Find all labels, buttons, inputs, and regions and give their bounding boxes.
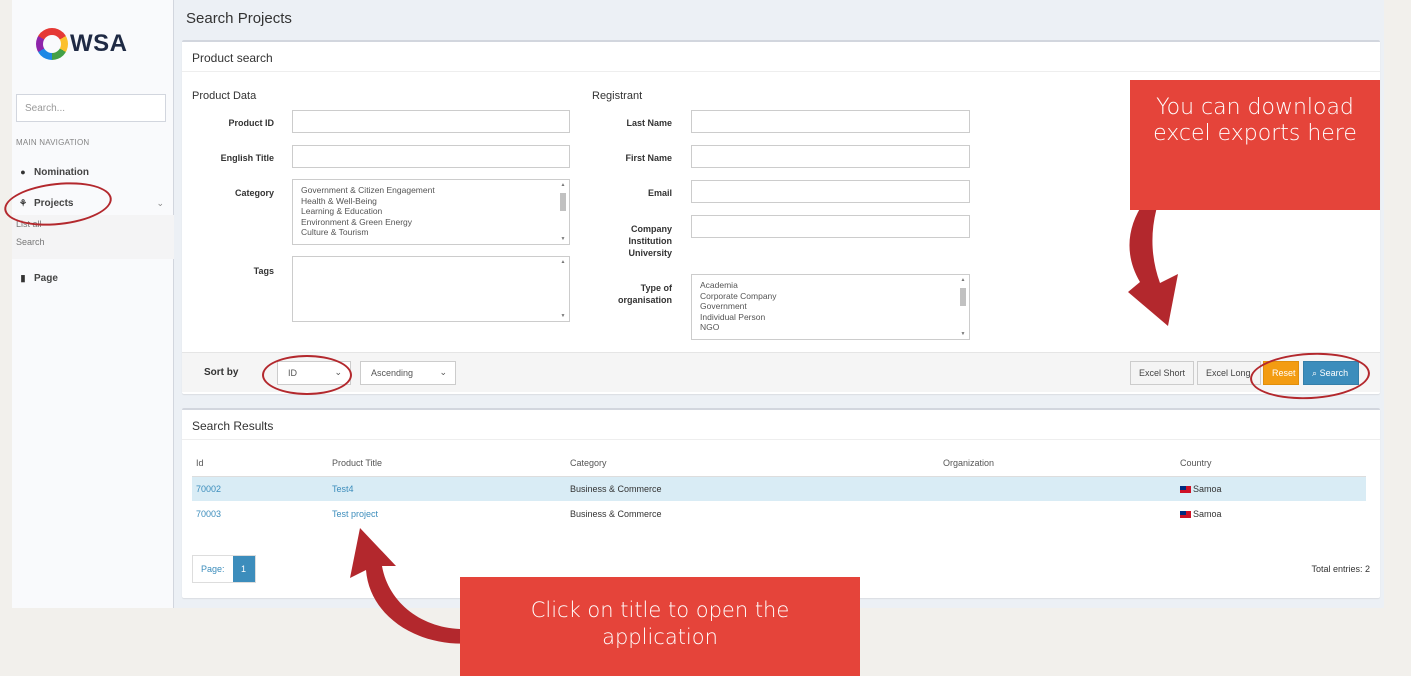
email-label: Email: [647, 188, 672, 198]
logo-text: WSA: [70, 30, 128, 57]
table-row[interactable]: 70003 Test project Business & Commerce S…: [192, 501, 1366, 526]
column-header[interactable]: Id: [192, 450, 328, 477]
sort-order-select[interactable]: Ascending ⌄: [360, 361, 456, 385]
search-button[interactable]: ⌕ Search: [1303, 361, 1359, 385]
globe-logo-icon: [36, 28, 68, 60]
company-input[interactable]: [691, 215, 970, 238]
pagination: Page: 1: [192, 555, 256, 583]
search-icon: ⌕: [1312, 368, 1318, 378]
box-title: Product search: [182, 42, 1380, 72]
chevron-down-icon: ⌄: [334, 367, 342, 377]
registrant-title: Registrant: [592, 90, 643, 102]
file-icon: ▮: [20, 272, 26, 283]
email-input[interactable]: [691, 180, 970, 203]
projects-submenu: List all Search: [12, 215, 174, 259]
row-organization: [939, 476, 1176, 501]
column-header[interactable]: Product Title: [328, 450, 566, 477]
sidebar-item-nomination[interactable]: ● Nomination: [16, 161, 170, 183]
sort-field-select[interactable]: ID ⌄: [277, 361, 351, 385]
category-option[interactable]: Environment & Green Energy: [301, 217, 561, 228]
sort-toolbar: Sort by ID ⌄ Ascending ⌄ Excel Short Exc…: [182, 352, 1380, 392]
row-country: Samoa: [1176, 476, 1366, 501]
open-application-callout: Click on title to open the application: [460, 577, 860, 676]
sidebar-search-input[interactable]: Search...: [16, 94, 166, 122]
category-label: Category: [234, 188, 274, 198]
page-title: Search Projects: [186, 10, 292, 27]
search-button-label: Search: [1319, 368, 1349, 378]
nav-header: MAIN NAVIGATION: [16, 138, 90, 147]
excel-long-button[interactable]: Excel Long: [1197, 361, 1261, 385]
org-type-option[interactable]: Individual Person: [700, 312, 961, 323]
sidebar-subitem-list-all[interactable]: List all: [12, 215, 174, 233]
sitemap-icon: ⚘: [18, 197, 28, 208]
category-listbox[interactable]: Government & Citizen Engagement Health &…: [292, 179, 570, 245]
reset-button[interactable]: Reset: [1263, 361, 1299, 385]
column-header[interactable]: Category: [566, 450, 939, 477]
sidebar-item-page[interactable]: ▮ Page: [16, 267, 170, 289]
page-button[interactable]: 1: [232, 556, 255, 582]
first-name-label: First Name: [625, 153, 672, 163]
last-name-label: Last Name: [626, 118, 672, 128]
wsa-logo[interactable]: WSA: [36, 26, 128, 62]
product-data-title: Product Data: [192, 90, 257, 102]
excel-export-callout: You can download excel exports here: [1130, 80, 1380, 210]
product-id-label: Product ID: [228, 118, 274, 128]
sort-field-value: ID: [288, 368, 297, 378]
country-name: Samoa: [1193, 483, 1222, 494]
listbox-scrollbar[interactable]: ▲ ▼: [959, 277, 967, 337]
table-header-row: Id Product Title Category Organization C…: [192, 450, 1366, 477]
chevron-down-icon: ⌄: [439, 367, 447, 377]
first-name-input[interactable]: [691, 145, 970, 168]
english-title-input[interactable]: [292, 145, 570, 168]
circle-icon: ●: [20, 167, 26, 177]
search-results-box: Search Results Id Product Title Category…: [182, 408, 1380, 598]
sidebar-item-label: Page: [34, 272, 58, 284]
box-title: Search Results: [182, 410, 1380, 440]
row-id-link[interactable]: 70003: [192, 501, 328, 526]
category-option[interactable]: Health & Well-Being: [301, 196, 561, 207]
listbox-scrollbar[interactable]: ▲ ▼: [559, 182, 567, 242]
sidebar-item-label: Projects: [34, 197, 74, 209]
company-label: Company Institution University: [628, 224, 672, 258]
sidebar-item-projects[interactable]: ⚘ Projects ⌄: [16, 192, 170, 214]
type-of-organisation-label: Type of organisation: [617, 283, 672, 305]
row-country: Samoa: [1176, 501, 1366, 526]
product-id-input[interactable]: [292, 110, 570, 133]
results-table: Id Product Title Category Organization C…: [192, 450, 1366, 526]
org-type-option[interactable]: Academia: [700, 280, 961, 291]
page-label: Page:: [201, 564, 225, 574]
org-type-option[interactable]: Corporate Company: [700, 291, 961, 302]
org-type-option[interactable]: NGO: [700, 322, 961, 333]
column-header[interactable]: Organization: [939, 450, 1176, 477]
row-category: Business & Commerce: [566, 476, 939, 501]
category-option[interactable]: Government & Citizen Engagement: [301, 185, 561, 196]
row-id-link[interactable]: 70002: [192, 476, 328, 501]
category-option[interactable]: Learning & Education: [301, 206, 561, 217]
chevron-down-icon: ⌄: [156, 197, 164, 208]
sort-order-value: Ascending: [371, 368, 414, 378]
table-row[interactable]: 70002 Test4 Business & Commerce Samoa: [192, 476, 1366, 501]
last-name-input[interactable]: [691, 110, 970, 133]
org-type-option[interactable]: Government: [700, 301, 961, 312]
country-name: Samoa: [1193, 508, 1222, 519]
row-organization: [939, 501, 1176, 526]
row-title-link[interactable]: Test4: [328, 476, 566, 501]
sidebar: WSA Search... MAIN NAVIGATION ● Nominati…: [12, 0, 174, 608]
excel-short-button[interactable]: Excel Short: [1130, 361, 1194, 385]
tags-input[interactable]: ▲ ▼: [292, 256, 570, 322]
row-category: Business & Commerce: [570, 508, 662, 519]
column-header[interactable]: Country: [1176, 450, 1366, 477]
row-title-link[interactable]: Test project: [328, 501, 566, 526]
sort-by-label: Sort by: [204, 367, 239, 378]
samoa-flag-icon: [1180, 510, 1191, 518]
english-title-label: English Title: [220, 153, 274, 163]
organisation-type-listbox[interactable]: Academia Corporate Company Government In…: [691, 274, 970, 340]
textarea-scrollbar[interactable]: ▲ ▼: [559, 259, 567, 319]
sidebar-item-label: Nomination: [34, 166, 89, 178]
category-option[interactable]: Culture & Tourism: [301, 227, 561, 238]
samoa-flag-icon: [1180, 485, 1191, 493]
total-entries: Total entries: 2: [1311, 564, 1370, 574]
sidebar-subitem-search[interactable]: Search: [12, 233, 174, 251]
tags-label: Tags: [253, 266, 274, 276]
